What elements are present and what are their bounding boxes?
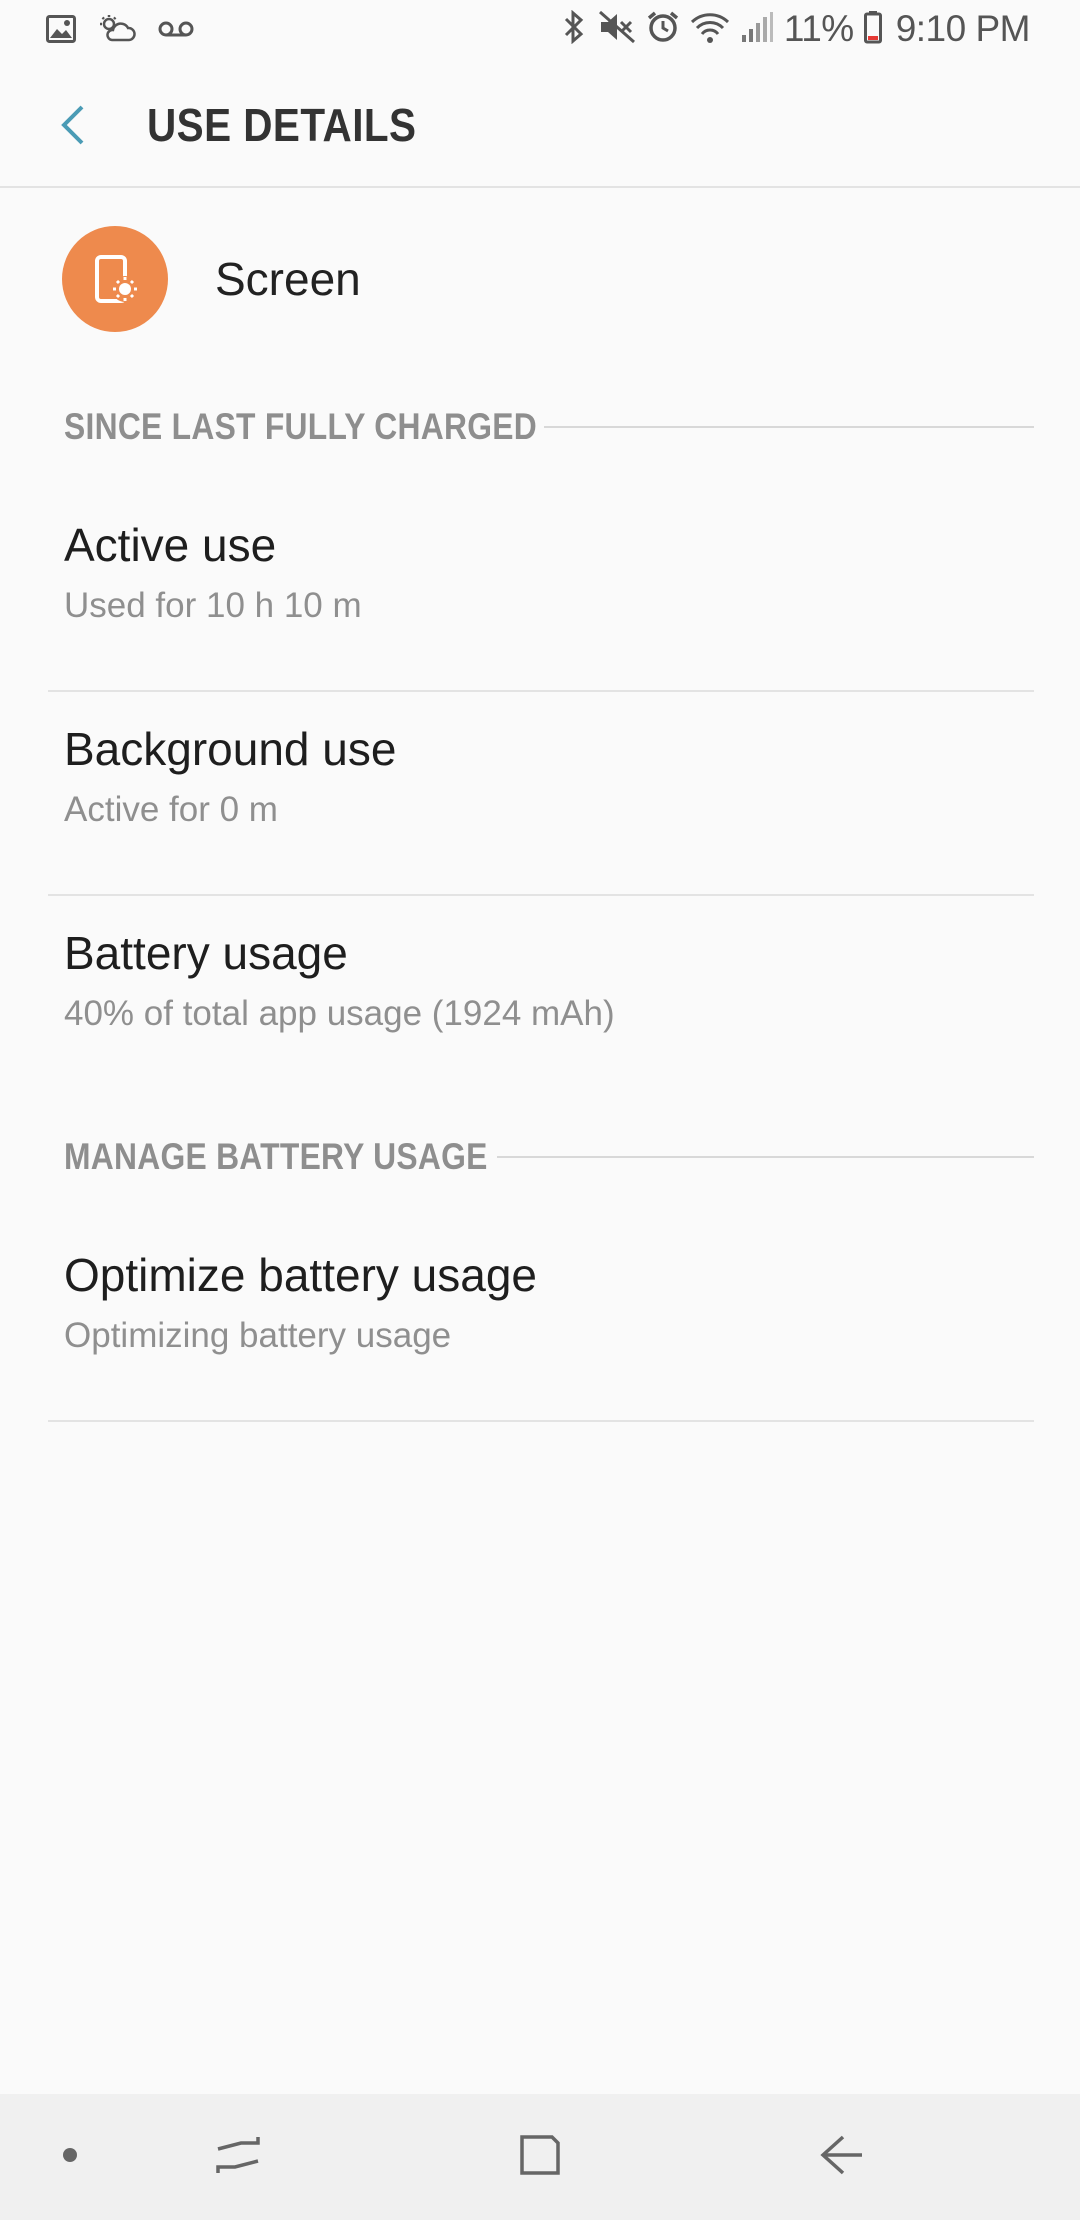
list-item-background-use[interactable]: Background use Active for 0 m: [48, 692, 1034, 896]
voicemail-icon: [158, 19, 194, 44]
section-header-since-charged: SINCE LAST FULLY CHARGED: [64, 402, 1034, 452]
nav-dot-button[interactable]: [30, 2094, 110, 2220]
back-icon: [819, 2133, 865, 2182]
list-item-battery-usage[interactable]: Battery usage 40% of total app usage (19…: [48, 896, 1034, 1098]
battery-percent: 11%: [783, 8, 854, 49]
list-item-optimize-battery[interactable]: Optimize battery usage Optimizing batter…: [48, 1218, 1034, 1422]
section-divider: [497, 1156, 1034, 1158]
weather-icon: [98, 14, 136, 49]
section-label: MANAGE BATTERY USAGE: [64, 1136, 488, 1177]
bluetooth-icon: [560, 9, 588, 49]
list-item-active-use[interactable]: Active use Used for 10 h 10 m: [48, 488, 1034, 692]
recents-button[interactable]: [188, 2094, 288, 2220]
page-title: USE DETAILS: [147, 99, 417, 151]
section-label: SINCE LAST FULLY CHARGED: [64, 406, 537, 447]
item-subtitle: Active for 0 m: [64, 790, 278, 829]
status-bar: 11% 9:10 PM: [0, 0, 1080, 64]
recents-icon: [215, 2133, 261, 2182]
battery-icon: [863, 10, 882, 49]
app-bar: USE DETAILS: [0, 64, 1080, 188]
mute-icon: [598, 10, 636, 49]
item-subtitle: Used for 10 h 10 m: [64, 586, 362, 625]
item-subtitle: Optimizing battery usage: [64, 1316, 452, 1355]
gallery-icon: [46, 15, 76, 48]
navigation-bar: [0, 2094, 1080, 2220]
screen-brightness-icon: [62, 226, 168, 332]
nav-back-button[interactable]: [792, 2094, 892, 2220]
back-arrow-icon: [58, 103, 88, 152]
home-button[interactable]: [490, 2094, 590, 2220]
back-button[interactable]: [40, 94, 106, 160]
app-header: Screen: [0, 186, 1080, 372]
home-icon: [517, 2132, 563, 2183]
dot-icon: [61, 2146, 79, 2169]
item-title: Active use: [64, 519, 277, 571]
app-name: Screen: [215, 253, 361, 305]
section-divider: [544, 426, 1034, 428]
alarm-icon: [646, 10, 680, 49]
item-title: Battery usage: [64, 927, 348, 979]
item-title: Optimize battery usage: [64, 1249, 538, 1301]
item-subtitle: 40% of total app usage (1924 mAh): [64, 994, 615, 1033]
status-time: 9:10 PM: [895, 8, 1031, 49]
item-title: Background use: [64, 723, 397, 775]
section-header-manage-battery: MANAGE BATTERY USAGE: [64, 1132, 1034, 1182]
signal-icon: [740, 11, 774, 48]
wifi-icon: [690, 10, 730, 49]
